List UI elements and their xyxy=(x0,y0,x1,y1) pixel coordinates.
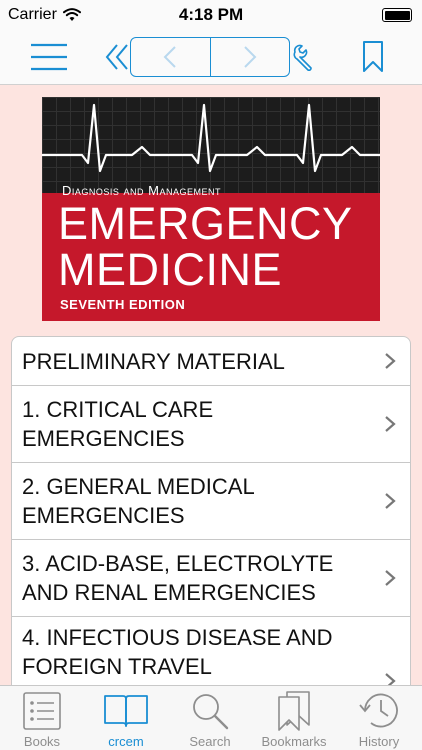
bookmark-icon xyxy=(363,41,383,72)
tab-label: Bookmarks xyxy=(261,734,327,749)
open-book-icon xyxy=(104,695,148,727)
menu-icon xyxy=(31,43,67,71)
wrench-icon xyxy=(293,44,312,71)
toc-item-chapter-4[interactable]: 4. INFECTIOUS DISEASE AND FOREIGN TRAVEL xyxy=(12,617,410,685)
chevron-right-icon xyxy=(244,46,257,68)
tab-bookmarks[interactable]: Bookmarks xyxy=(252,686,336,750)
book-cover[interactable]: Diagnosis and Management EMERGENCY MEDIC… xyxy=(42,97,380,321)
search-icon xyxy=(193,694,229,730)
first-page-button[interactable] xyxy=(104,42,130,72)
chevron-right-icon xyxy=(385,493,396,509)
toc-item-label: 1. CRITICAL CARE EMERGENCIES xyxy=(22,397,214,451)
table-of-contents: PRELIMINARY MATERIAL 1. CRITICAL CARE EM… xyxy=(11,336,411,686)
page-navigation-control xyxy=(130,37,290,77)
toc-item-label: 3. ACID-BASE, ELECTROLYTE AND RENAL EMER… xyxy=(22,551,334,605)
chevron-right-icon xyxy=(385,416,396,432)
list-icon xyxy=(23,692,61,730)
tab-history[interactable]: History xyxy=(336,686,422,750)
toc-item-chapter-1[interactable]: 1. CRITICAL CARE EMERGENCIES xyxy=(12,386,410,463)
ecg-line-graphic xyxy=(42,103,380,173)
cover-title-line2: MEDICINE xyxy=(58,244,283,295)
double-chevron-left-icon xyxy=(105,44,128,70)
chevron-right-icon xyxy=(385,673,396,685)
tab-label: Search xyxy=(189,734,231,749)
chevron-left-icon xyxy=(163,46,176,68)
clock-icon xyxy=(359,693,398,728)
chevron-right-icon xyxy=(385,570,396,586)
toc-item-chapter-2[interactable]: 2. GENERAL MEDICAL EMERGENCIES xyxy=(12,463,410,540)
tab-bar: Books crcem Search Bookmarks History xyxy=(0,685,422,750)
bookmarks-icon xyxy=(278,691,310,731)
previous-button[interactable] xyxy=(131,38,210,76)
toc-item-label: 2. GENERAL MEDICAL EMERGENCIES xyxy=(22,474,254,528)
status-bar: Carrier 4:18 PM xyxy=(0,0,422,30)
cover-subtitle: Diagnosis and Management xyxy=(62,183,221,198)
bookmark-button[interactable] xyxy=(358,40,388,74)
tab-label: crcem xyxy=(108,734,144,749)
settings-button[interactable] xyxy=(290,40,320,74)
battery-icon xyxy=(382,8,412,22)
toc-item-chapter-3[interactable]: 3. ACID-BASE, ELECTROLYTE AND RENAL EMER… xyxy=(12,540,410,617)
status-time: 4:18 PM xyxy=(178,5,244,24)
cover-title-line1: EMERGENCY xyxy=(58,198,353,249)
tab-label: Books xyxy=(23,734,61,749)
toc-item-preliminary-material[interactable]: PRELIMINARY MATERIAL xyxy=(12,337,410,386)
tab-crcem[interactable]: crcem xyxy=(84,686,168,750)
toc-item-label: PRELIMINARY MATERIAL xyxy=(22,348,285,374)
toc-item-label: 4. INFECTIOUS DISEASE AND FOREIGN TRAVEL xyxy=(22,625,333,679)
menu-button[interactable] xyxy=(28,40,70,74)
tab-books[interactable]: Books xyxy=(0,686,84,750)
tab-search[interactable]: Search xyxy=(168,686,252,750)
battery-level xyxy=(384,10,410,20)
nav-bar xyxy=(0,30,422,85)
cover-edition: SEVENTH EDITION xyxy=(60,297,186,312)
tab-label: History xyxy=(358,734,400,749)
next-button[interactable] xyxy=(209,38,290,76)
chevron-right-icon xyxy=(385,353,396,369)
